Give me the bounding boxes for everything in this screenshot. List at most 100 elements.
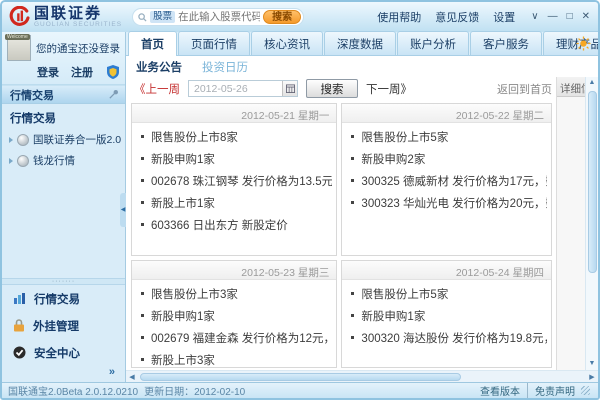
day-panel-date: 2012-05-22 星期二 (342, 104, 551, 123)
next-week-button[interactable]: 下一周》 (366, 81, 412, 97)
app-version: 国联通宝2.0Beta 2.0.12.0210 (8, 387, 139, 398)
titlebar-menu: 使用帮助 意见反馈 设置 (377, 9, 515, 25)
announcement-item[interactable]: 新股申购1家 (351, 306, 547, 328)
minimize-icon[interactable]: — (548, 12, 558, 22)
search-button[interactable]: 搜索 (306, 79, 358, 98)
main-tab[interactable]: 账户分析 (397, 31, 469, 55)
sidebar-panel-title: 行情交易 (10, 89, 54, 102)
day-panel: 2012-05-23 星期三 限售股份上市3家 新股申购1家 002679 福建金森… (131, 260, 338, 368)
tree-item-guolian[interactable]: 国联证券合一版2.0 (2, 129, 125, 150)
announcement-item[interactable]: 300320 海达股份 发行价格为19.8元，数量... (351, 328, 547, 350)
announcement-list: 限售股份上市5家新股申购1家300320 海达股份 发行价格为19.8元，数量.… (342, 284, 551, 350)
login-button[interactable]: 登录 (37, 64, 59, 80)
status-link[interactable]: 查看版本 (480, 383, 520, 398)
main-tab[interactable]: 理财产品 (543, 31, 598, 55)
detail-info-header[interactable]: 详细信息 (557, 77, 585, 97)
day-panel-date: 2012-05-21 星期一 (132, 104, 337, 123)
announcement-list: 限售股份上市5家新股申购2家300325 德威新材 发行价格为17元，数量为2.… (342, 127, 551, 215)
subtab[interactable]: 投资日历 (202, 59, 248, 75)
search-category-dropdown[interactable]: 股票 (150, 11, 176, 23)
main-tab[interactable]: 首页 (128, 31, 177, 56)
expand-arrow-icon[interactable] (9, 136, 13, 143)
maximize-icon[interactable]: □ (567, 12, 573, 22)
scroll-down-icon[interactable]: ▼ (589, 358, 596, 370)
main-tabbar: 首页 页面行情 核心资讯 深度数据 账户分析 客户服务 理财产品 (126, 31, 598, 56)
announcement-item[interactable]: 603366 日出东方 新股定价 (141, 215, 332, 237)
pin-icon[interactable] (108, 89, 119, 100)
announcement-item[interactable]: 新股上市1家 (141, 193, 332, 215)
expand-arrow-icon[interactable] (9, 157, 13, 164)
stock-code-input[interactable] (178, 11, 261, 23)
subtab[interactable]: 业务公告 (136, 59, 182, 75)
announcement-item[interactable]: 新股申购1家 (141, 306, 332, 328)
stock-search-box[interactable]: 股票 搜索 (132, 8, 305, 26)
sidebar-collapse-handle[interactable]: ◀ (120, 193, 126, 227)
tree-item-label[interactable]: 国联证券合一版2.0 (33, 132, 121, 147)
tree-item-qianlong[interactable]: 钱龙行情 (2, 150, 125, 171)
announcement-item[interactable]: 300325 德威新材 发行价格为17元，数量为2... (351, 171, 547, 193)
horizontal-scroll-thumb[interactable] (140, 372, 461, 381)
titlebar-menu-item[interactable]: 意见反馈 (435, 9, 479, 25)
app-globe-icon (17, 133, 29, 146)
scroll-up-icon[interactable]: ▲ (589, 77, 596, 89)
login-box: Welcome 您的通宝还没登录 登录 注册 (2, 32, 125, 85)
collapse-icon[interactable]: ∨ (531, 12, 538, 22)
security-shield-icon[interactable] (107, 65, 119, 79)
vertical-scroll-thumb[interactable] (587, 91, 597, 273)
announcement-item[interactable]: 限售股份上市3家 (141, 284, 332, 306)
app-subtitle: GUOLIAN SECURITIES (34, 20, 123, 28)
main-tab[interactable]: 核心资讯 (251, 31, 323, 55)
title-search-button[interactable]: 搜索 (263, 10, 302, 24)
scroll-left-icon[interactable]: ◀ (126, 373, 138, 381)
announcement-item[interactable]: 新股申购2家 (351, 149, 547, 171)
announcement-item[interactable]: 限售股份上市5家 (351, 284, 547, 306)
announcement-item[interactable]: 新股申购1家 (141, 149, 332, 171)
title-bar: 国联证券 GUOLIAN SECURITIES 股票 搜索 使用帮助意见反馈设置… (2, 2, 598, 32)
date-picker[interactable] (188, 80, 298, 97)
horizontal-scrollbar[interactable]: ◀ ▶ (126, 370, 598, 382)
sidebar-splitter[interactable]: ······· (2, 278, 125, 285)
announcement-item[interactable]: 限售股份上市8家 (141, 127, 332, 149)
calendar-panels: 2012-05-21 星期一 限售股份上市8家 新股申购1家 002678 珠江钢琴… (126, 100, 556, 370)
sidebar-panel-header: 行情交易 (2, 85, 125, 104)
titlebar-menu-item[interactable]: 使用帮助 (377, 9, 421, 25)
app-window: 国联证券 GUOLIAN SECURITIES 股票 搜索 使用帮助意见反馈设置… (0, 0, 600, 400)
skin-sun-icon[interactable] (576, 36, 591, 51)
close-icon[interactable]: ✕ (582, 12, 590, 22)
lock-icon (14, 319, 24, 332)
titlebar-menu-item[interactable]: 设置 (493, 9, 515, 25)
scroll-right-icon[interactable]: ▶ (586, 373, 598, 381)
search-icon (138, 12, 147, 22)
bar-chart-icon (14, 293, 25, 304)
vertical-scrollbar[interactable]: ▲ ▼ (585, 77, 598, 370)
announcement-list: 限售股份上市8家新股申购1家002678 珠江钢琴 发行价格为13.5元，数量.… (132, 127, 336, 237)
tree-item-label[interactable]: 钱龙行情 (33, 153, 75, 168)
announcement-item[interactable]: 限售股份上市5家 (351, 127, 547, 149)
announcement-item[interactable]: 300323 华灿光电 发行价格为20元，数量为5... (351, 193, 547, 215)
logo-icon (9, 6, 30, 26)
sidebar-item-security-center[interactable]: 安全中心 (2, 339, 125, 366)
date-input[interactable] (189, 82, 282, 95)
sidebar-item-plugin-manager[interactable]: 外挂管理 (2, 312, 125, 339)
sidebar-item-quotes-trading[interactable]: 行情交易 (2, 285, 125, 312)
day-panel: 2012-05-22 星期二 限售股份上市5家 新股申购2家 300325 德威新材… (341, 103, 552, 256)
sidebar-more-button[interactable]: » (2, 366, 125, 382)
announcement-item[interactable]: 002679 福建金森 发行价格为12元，数量为3... (141, 328, 332, 350)
main-area: 首页 页面行情 核心资讯 深度数据 账户分析 客户服务 理财产品 业务公告 投资日历 (126, 31, 598, 382)
main-tab[interactable]: 深度数据 (324, 31, 396, 55)
calendar-icon[interactable] (282, 81, 297, 96)
announcement-item[interactable]: 002678 珠江钢琴 发行价格为13.5元，数量... (141, 171, 332, 193)
status-link[interactable]: 免责声明 (527, 383, 575, 398)
back-to-home-link[interactable]: 返回到首页 (497, 81, 552, 97)
sidebar: Welcome 您的通宝还没登录 登录 注册 行情交易 行情交易 国联证券合一版… (2, 32, 126, 382)
window-controls: ∨ — □ ✕ (531, 12, 590, 22)
day-panel: 2012-05-21 星期一 限售股份上市8家 新股申购1家 002678 珠江钢琴… (131, 103, 338, 256)
register-button[interactable]: 注册 (71, 64, 93, 80)
announcement-item[interactable]: 新股上市3家 (141, 350, 332, 367)
shield-check-icon (13, 346, 26, 359)
app-globe-icon (17, 154, 29, 167)
main-tab[interactable]: 页面行情 (178, 31, 250, 55)
main-tab[interactable]: 客户服务 (470, 31, 542, 55)
resize-grip[interactable] (581, 386, 590, 395)
prev-week-button[interactable]: 《上一周 (134, 81, 180, 97)
